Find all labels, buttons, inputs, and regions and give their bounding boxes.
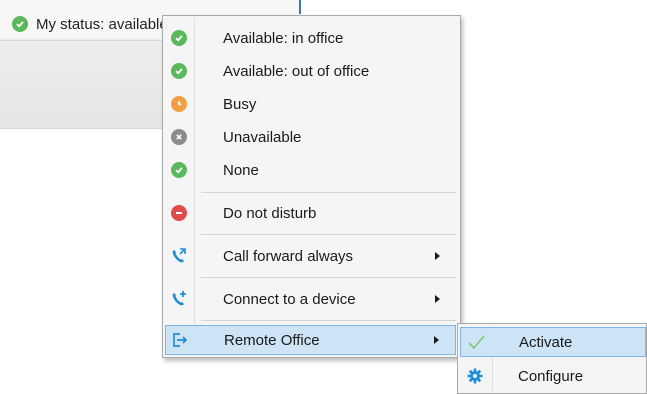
submenu-arrow-icon [435, 295, 440, 303]
menu-item-none[interactable]: None [165, 155, 456, 185]
checkmark-icon [468, 335, 485, 350]
submenu-item-label: Activate [519, 333, 573, 351]
my-status-label: My status: available in off [36, 15, 166, 33]
clock-circle-icon [171, 96, 187, 112]
check-circle-icon [171, 30, 187, 46]
submenu-arrow-icon [435, 252, 440, 260]
menu-item-connect-to-a-device[interactable]: Connect to a device [165, 284, 456, 314]
status-context-menu: Available: in office Available: out of o… [162, 15, 461, 358]
menu-item-label: Do not disturb [223, 204, 317, 222]
submenu-item-activate[interactable]: Activate [460, 327, 646, 357]
menu-item-label: Available: out of office [223, 62, 370, 80]
menu-item-available-out-of-office[interactable]: Available: out of office [165, 56, 456, 86]
phone-forward-icon [172, 248, 186, 263]
phone-plus-icon [172, 291, 186, 306]
menu-item-label: Busy [223, 95, 257, 113]
menu-separator [201, 277, 456, 278]
menu-item-label: Unavailable [223, 128, 302, 146]
menu-item-label: Available: in office [223, 29, 344, 47]
gear-icon [467, 368, 483, 384]
check-circle-icon [171, 162, 187, 178]
submenu-arrow-icon [434, 336, 439, 344]
submenu-item-configure[interactable]: Configure [460, 361, 646, 391]
menu-item-unavailable[interactable]: Unavailable [165, 122, 456, 152]
menu-separator [201, 192, 456, 193]
menu-item-busy[interactable]: Busy [165, 89, 456, 119]
check-circle-icon [171, 63, 187, 79]
remote-office-submenu: Activate Configure [457, 323, 647, 394]
minus-circle-icon [171, 205, 187, 221]
menu-item-call-forward-always[interactable]: Call forward always [165, 241, 456, 271]
menu-item-label: Remote Office [224, 331, 320, 349]
menu-item-do-not-disturb[interactable]: Do not disturb [165, 198, 456, 228]
menu-separator [201, 320, 456, 321]
x-circle-icon [171, 129, 187, 145]
menu-separator [201, 234, 456, 235]
menu-item-label: Call forward always [223, 247, 354, 265]
exit-arrow-icon [173, 333, 188, 347]
window-edge [299, 0, 301, 14]
menu-item-label: Connect to a device [223, 290, 356, 308]
check-circle-icon [12, 16, 28, 32]
menu-item-label: None [223, 161, 259, 179]
menu-item-remote-office[interactable]: Remote Office [165, 325, 456, 355]
submenu-item-label: Configure [518, 367, 584, 385]
menu-item-available-in-office[interactable]: Available: in office [165, 23, 456, 53]
